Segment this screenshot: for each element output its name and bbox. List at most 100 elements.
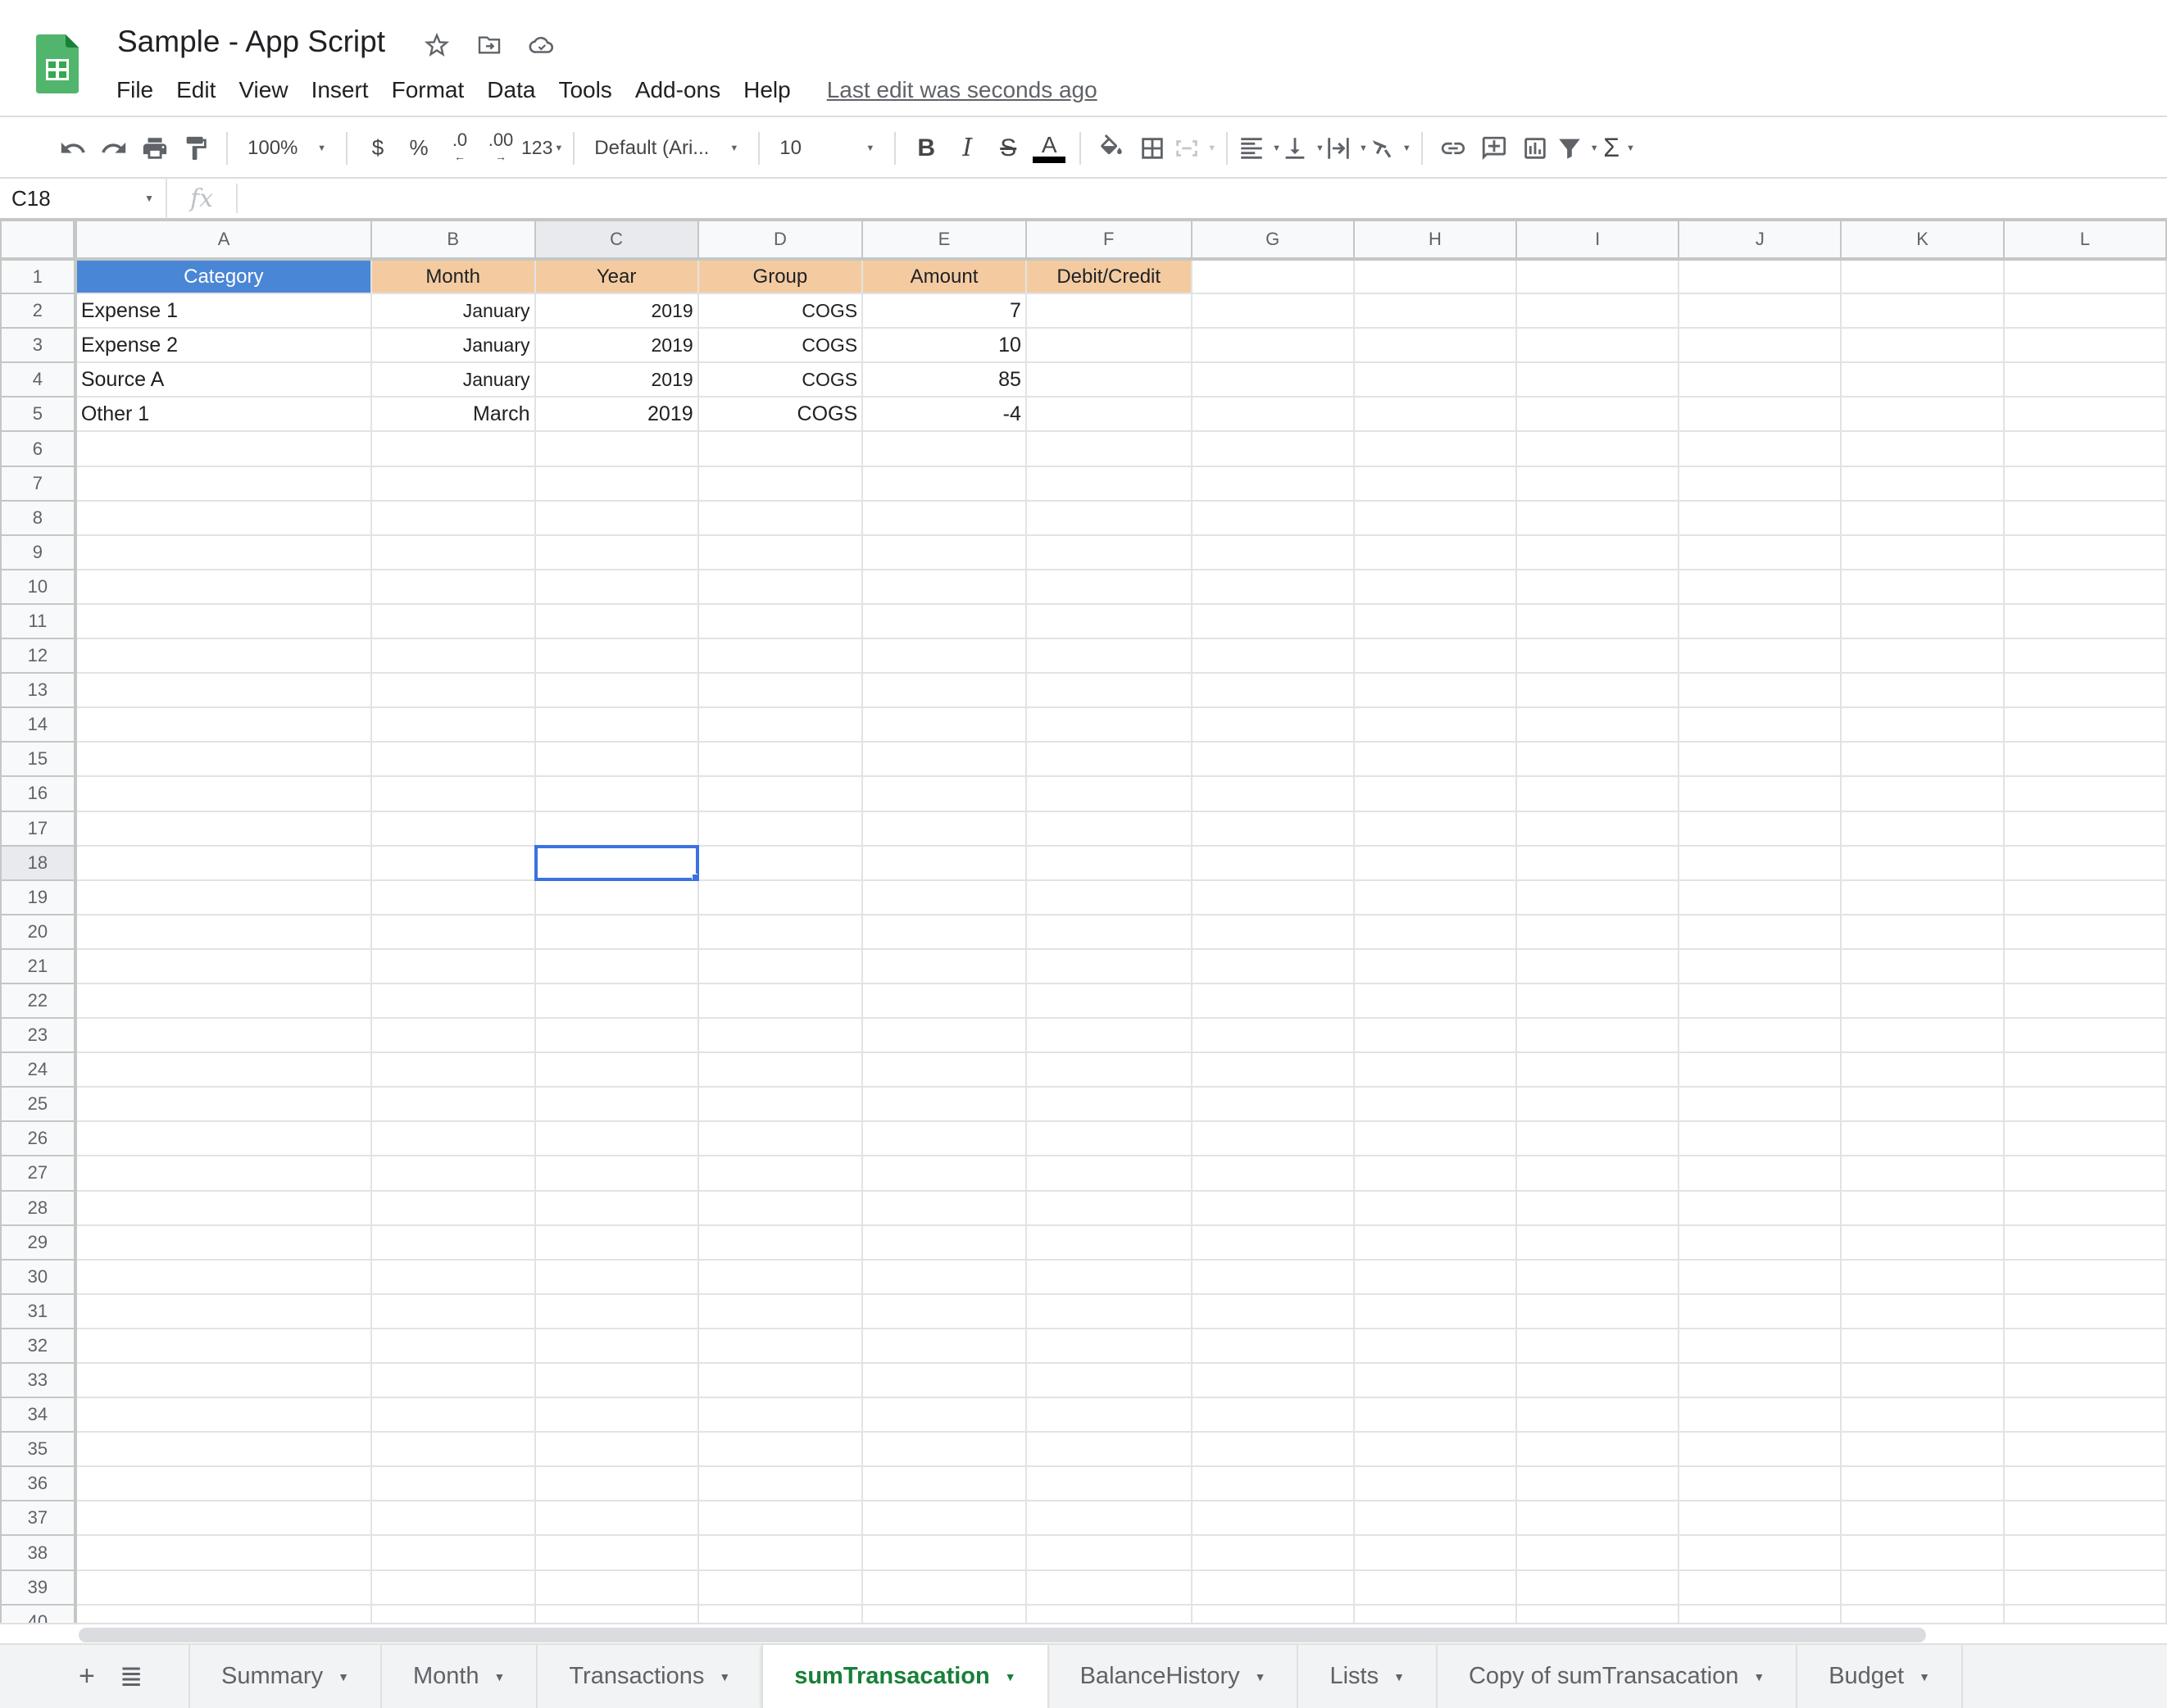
cell-l12[interactable]: [2002, 638, 2167, 675]
cell-j38[interactable]: [1678, 1534, 1842, 1571]
cell-j31[interactable]: [1678, 1292, 1842, 1329]
cell-b6[interactable]: [370, 430, 536, 467]
cell-i36[interactable]: [1515, 1465, 1680, 1502]
row-header[interactable]: 37: [0, 1500, 77, 1537]
row-header[interactable]: 28: [0, 1189, 77, 1226]
cell-g19[interactable]: [1190, 879, 1355, 915]
cell-j29[interactable]: [1678, 1224, 1842, 1261]
cell-g27[interactable]: [1190, 1155, 1355, 1192]
cell-j28[interactable]: [1678, 1189, 1842, 1226]
cell-i5[interactable]: [1515, 396, 1680, 433]
cell-g32[interactable]: [1190, 1327, 1355, 1365]
row-header[interactable]: 17: [0, 810, 77, 847]
cell-l36[interactable]: [2002, 1465, 2167, 1502]
cell-c4[interactable]: 2019: [534, 361, 699, 398]
cell-g11[interactable]: [1190, 602, 1355, 640]
cell-k31[interactable]: [1840, 1292, 2005, 1329]
cell-g23[interactable]: [1190, 1017, 1355, 1054]
cell-f26[interactable]: [1024, 1120, 1193, 1157]
cell-k6[interactable]: [1840, 430, 2005, 467]
cell-d13[interactable]: [697, 672, 864, 709]
cell-d5[interactable]: COGS: [697, 396, 864, 433]
cell-l9[interactable]: [2002, 534, 2167, 570]
cell-f37[interactable]: [1024, 1500, 1193, 1537]
cell-l3[interactable]: [2002, 327, 2167, 364]
cell-c25[interactable]: [534, 1086, 699, 1123]
sheet-tab-sumtransacation[interactable]: sumTransacation ▼: [761, 1645, 1047, 1708]
cell-a11[interactable]: [74, 602, 372, 640]
row-header[interactable]: 8: [0, 499, 77, 536]
row-header[interactable]: 40: [0, 1603, 77, 1623]
cell-e39[interactable]: [861, 1569, 1027, 1606]
last-edit-link[interactable]: Last edit was seconds ago: [827, 77, 1097, 103]
cell-k23[interactable]: [1840, 1017, 2005, 1054]
cell-h13[interactable]: [1352, 672, 1518, 709]
cell-d19[interactable]: [697, 879, 864, 915]
cell-a1[interactable]: Category: [74, 257, 372, 295]
cell-d35[interactable]: [697, 1431, 864, 1468]
cell-j3[interactable]: [1678, 327, 1842, 364]
insert-chart-button[interactable]: [1515, 128, 1556, 169]
cell-d26[interactable]: [697, 1120, 864, 1157]
row-header[interactable]: 21: [0, 947, 77, 984]
cell-a35[interactable]: [74, 1431, 372, 1468]
cell-g36[interactable]: [1190, 1465, 1355, 1502]
menu-view[interactable]: View: [227, 72, 299, 108]
cell-f25[interactable]: [1024, 1086, 1193, 1123]
cell-b18[interactable]: [370, 844, 536, 881]
cell-f28[interactable]: [1024, 1189, 1193, 1226]
cell-h24[interactable]: [1352, 1052, 1518, 1088]
cell-b21[interactable]: [370, 947, 536, 984]
cell-a20[interactable]: [74, 913, 372, 950]
format-currency-button[interactable]: $: [357, 128, 398, 169]
cell-a23[interactable]: [74, 1017, 372, 1054]
row-header[interactable]: 2: [0, 293, 77, 329]
chevron-down-icon[interactable]: ▼: [1753, 1670, 1765, 1683]
row-header[interactable]: 36: [0, 1465, 77, 1502]
cell-l32[interactable]: [2002, 1327, 2167, 1365]
cell-g31[interactable]: [1190, 1292, 1355, 1329]
cell-b17[interactable]: [370, 810, 536, 847]
cell-i8[interactable]: [1515, 499, 1680, 536]
cell-e29[interactable]: [861, 1224, 1027, 1261]
cell-i37[interactable]: [1515, 1500, 1680, 1537]
cell-g24[interactable]: [1190, 1052, 1355, 1088]
cell-e4[interactable]: 85: [861, 361, 1027, 398]
cell-b8[interactable]: [370, 499, 536, 536]
cell-f11[interactable]: [1024, 602, 1193, 640]
cell-e30[interactable]: [861, 1258, 1027, 1295]
cell-b29[interactable]: [370, 1224, 536, 1261]
cell-i1[interactable]: [1515, 257, 1680, 295]
fill-color-button[interactable]: [1091, 128, 1132, 169]
cell-i23[interactable]: [1515, 1017, 1680, 1054]
cell-c15[interactable]: [534, 741, 699, 778]
row-header[interactable]: 34: [0, 1397, 77, 1433]
cell-k22[interactable]: [1840, 982, 2005, 1020]
horizontal-scrollbar[interactable]: [79, 1628, 1926, 1642]
cell-f5[interactable]: [1024, 396, 1193, 433]
row-header[interactable]: 20: [0, 913, 77, 950]
cell-b37[interactable]: [370, 1500, 536, 1537]
sheet-tab-transactions[interactable]: Transactions ▼: [536, 1645, 761, 1708]
cell-g21[interactable]: [1190, 947, 1355, 984]
row-header[interactable]: 5: [0, 396, 77, 433]
cell-d34[interactable]: [697, 1397, 864, 1433]
cell-a30[interactable]: [74, 1258, 372, 1295]
cell-e36[interactable]: [861, 1465, 1027, 1502]
cell-b30[interactable]: [370, 1258, 536, 1295]
cell-e20[interactable]: [861, 913, 1027, 950]
cell-a3[interactable]: Expense 2: [74, 327, 372, 364]
cell-f31[interactable]: [1024, 1292, 1193, 1329]
menu-help[interactable]: Help: [732, 72, 802, 108]
column-header-h[interactable]: H: [1352, 220, 1518, 261]
cell-g6[interactable]: [1190, 430, 1355, 467]
cell-b16[interactable]: [370, 775, 536, 812]
cell-k29[interactable]: [1840, 1224, 2005, 1261]
cell-f7[interactable]: [1024, 465, 1193, 502]
cell-e2[interactable]: 7: [861, 293, 1027, 329]
paint-format-button[interactable]: [175, 128, 216, 169]
cell-g20[interactable]: [1190, 913, 1355, 950]
cell-c29[interactable]: [534, 1224, 699, 1261]
cell-l25[interactable]: [2002, 1086, 2167, 1123]
cell-i25[interactable]: [1515, 1086, 1680, 1123]
